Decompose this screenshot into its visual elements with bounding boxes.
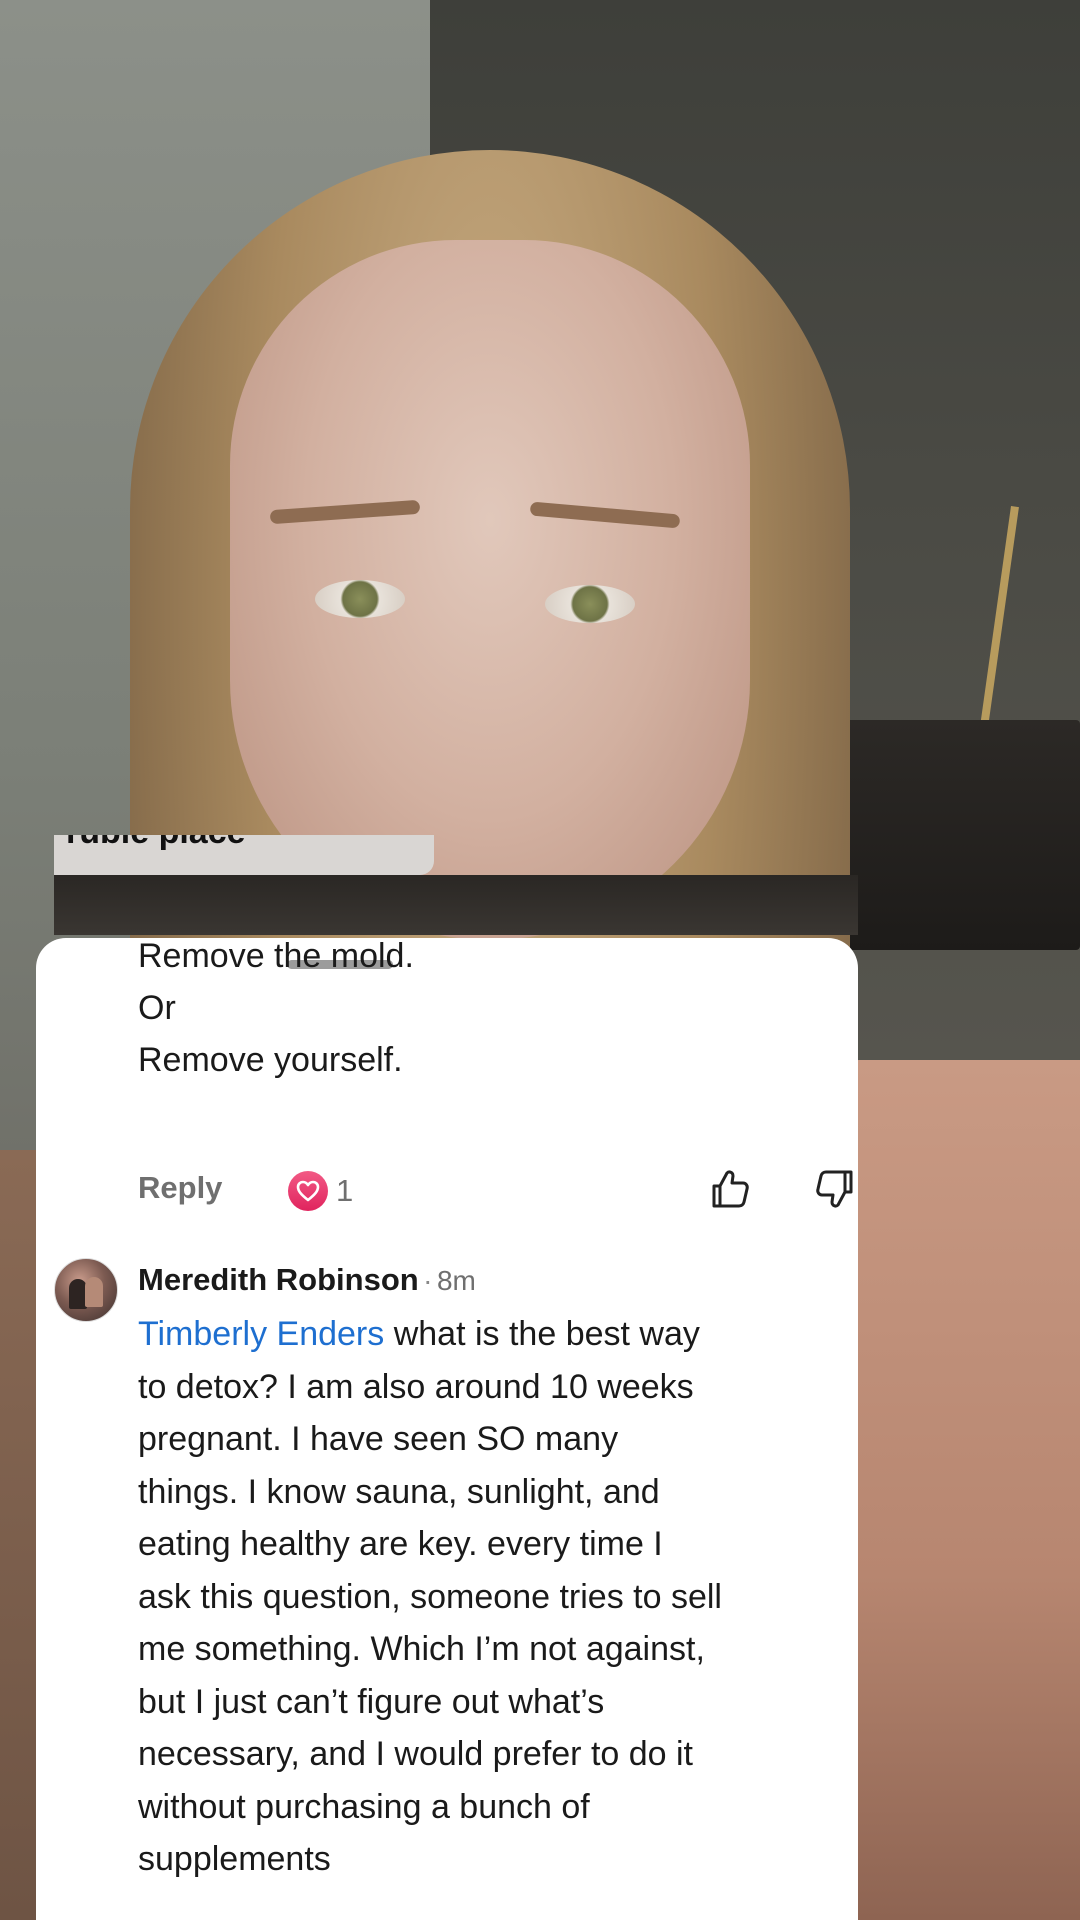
overlay-clipped-strip: ruble place (54, 835, 434, 875)
comment-line: supplements (138, 1840, 331, 1878)
video-person-eye (315, 580, 405, 618)
video-background-furniture (820, 720, 1080, 950)
overlay-clipped-text: ruble place (66, 835, 246, 852)
comment-header: Meredith Robinson · 8m (138, 1258, 476, 1308)
comment-line: things. I know sauna, sunlight, and (138, 1472, 660, 1511)
thumbs-down-icon[interactable] (813, 1167, 857, 1211)
comment-line: necessary, and I would prefer to do it (138, 1735, 694, 1773)
reaction-summary[interactable]: 1 (288, 1169, 353, 1213)
heart-icon (288, 1171, 328, 1211)
comment-line: without purchasing a bunch of (138, 1787, 590, 1826)
overlay-video-band (54, 875, 858, 935)
previous-comment-text: Remove the mold. Or Remove yourself. (138, 938, 414, 1086)
comments-sheet: Remove the mold. Or Remove yourself. Rep… (36, 938, 858, 1920)
video-person-brow (269, 499, 421, 525)
mention-link[interactable]: Timberly Enders (138, 1315, 384, 1353)
comment-line-text: what is the best way (384, 1315, 700, 1353)
previous-comment-line: Remove yourself. (138, 1041, 403, 1079)
previous-comment-line: Or (138, 989, 176, 1027)
comment-line: Timberly Enders what is the best way (138, 1308, 843, 1361)
comment-line: me something. Which I’m not against, (138, 1630, 705, 1668)
comment-actions: Reply 1 (138, 1163, 853, 1219)
previous-comment-line: Remove the mold. (138, 938, 414, 975)
video-person-brow (529, 501, 681, 529)
comment-line: to detox? I am also around 10 weeks (138, 1367, 694, 1406)
comment-timestamp: 8m (436, 1265, 476, 1296)
comment-line: pregnant. I have seen SO many (138, 1420, 619, 1458)
like-count: 1 (336, 1173, 354, 1208)
avatar[interactable] (54, 1258, 118, 1322)
header-separator: · (423, 1265, 433, 1296)
video-person-eye (545, 585, 635, 623)
comment-line: ask this question, someone tries to sell (138, 1577, 722, 1616)
thumbs-up-icon[interactable] (708, 1167, 752, 1211)
comment-line: but I just can’t figure out what’s (138, 1682, 605, 1721)
video-stage: ruble place Remove the mold. Or Remove y… (0, 0, 1080, 1920)
comment-body: Timberly Enders what is the best way to … (138, 1308, 843, 1886)
reply-button[interactable]: Reply (138, 1170, 222, 1206)
comment-author[interactable]: Meredith Robinson (138, 1262, 419, 1297)
comment-line: eating healthy are key. every time I (138, 1525, 663, 1563)
